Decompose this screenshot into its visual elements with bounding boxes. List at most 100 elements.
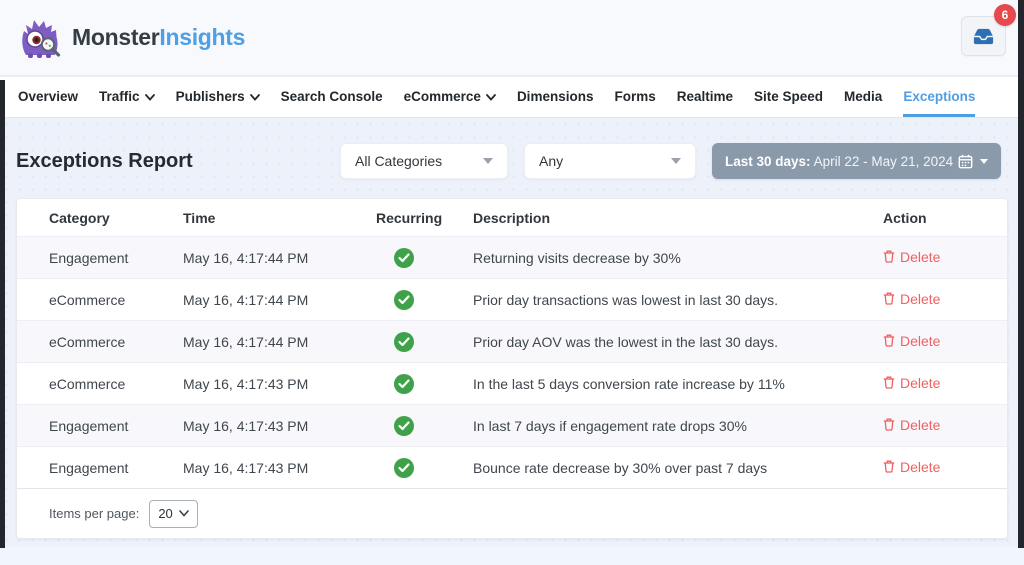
recurring-check-icon <box>394 458 414 478</box>
trash-icon <box>883 418 895 431</box>
recurring-check-icon <box>394 332 414 352</box>
tab-label: Media <box>844 89 882 104</box>
monsterinsights-logo: MonsterInsights <box>18 17 245 59</box>
delete-label: Delete <box>900 459 940 475</box>
chevron-down-icon <box>179 510 189 517</box>
tab-publishers[interactable]: Publishers <box>176 77 260 117</box>
tab-exceptions[interactable]: Exceptions <box>903 77 975 117</box>
cell-category: eCommerce <box>49 292 183 308</box>
cell-description: Prior day transactions was lowest in las… <box>473 292 867 308</box>
report-nav: Overview Traffic Publishers Search Conso… <box>0 77 1024 118</box>
table-row: Engagement May 16, 4:17:43 PM Bounce rat… <box>17 446 1007 488</box>
cell-description: Returning visits decrease by 30% <box>473 250 867 266</box>
chevron-down-icon <box>486 94 496 101</box>
tab-label: Exceptions <box>903 89 975 104</box>
delete-button[interactable]: Delete <box>883 459 940 475</box>
screenshot-edge-left <box>0 80 5 548</box>
tab-ecommerce[interactable]: eCommerce <box>404 77 496 117</box>
tab-label: Dimensions <box>517 89 594 104</box>
tab-label: Overview <box>18 89 78 104</box>
top-header: MonsterInsights 6 <box>0 0 1024 76</box>
table-row: eCommerce May 16, 4:17:44 PM Prior day A… <box>17 320 1007 362</box>
delete-label: Delete <box>900 333 940 349</box>
column-header-description: Description <box>473 210 867 226</box>
delete-button[interactable]: Delete <box>883 249 940 265</box>
table-body: Engagement May 16, 4:17:44 PM Returning … <box>17 236 1007 488</box>
tab-overview[interactable]: Overview <box>18 77 78 117</box>
table-row: Engagement May 16, 4:17:43 PM In last 7 … <box>17 404 1007 446</box>
table-row: eCommerce May 16, 4:17:44 PM Prior day t… <box>17 278 1007 320</box>
items-per-page-select[interactable]: 20 <box>149 500 197 528</box>
category-filter-dropdown[interactable]: All Categories <box>340 143 508 179</box>
cell-category: Engagement <box>49 250 183 266</box>
category-filter-value: All Categories <box>355 153 442 169</box>
date-range-button[interactable]: Last 30 days: April 22 - May 21, 2024 <box>712 143 1001 179</box>
items-per-page-label: Items per page: <box>49 506 139 521</box>
delete-button[interactable]: Delete <box>883 375 940 391</box>
brand-wordmark: MonsterInsights <box>72 24 245 51</box>
cell-description: Prior day AOV was the lowest in the last… <box>473 334 867 350</box>
tab-media[interactable]: Media <box>844 77 882 117</box>
tab-forms[interactable]: Forms <box>614 77 655 117</box>
main-content: Exceptions Report All Categories Any Las… <box>0 118 1024 547</box>
delete-button[interactable]: Delete <box>883 333 940 349</box>
exceptions-table: Category Time Recurring Description Acti… <box>16 198 1008 539</box>
tab-label: Traffic <box>99 89 140 104</box>
table-row: Engagement May 16, 4:17:44 PM Returning … <box>17 236 1007 278</box>
recurring-check-icon <box>394 374 414 394</box>
screenshot-edge-right <box>1018 0 1024 548</box>
tab-label: Forms <box>614 89 655 104</box>
recurring-filter-dropdown[interactable]: Any <box>524 143 696 179</box>
tab-realtime[interactable]: Realtime <box>677 77 733 117</box>
inbox-icon <box>972 25 995 48</box>
delete-label: Delete <box>900 249 940 265</box>
tab-traffic[interactable]: Traffic <box>99 77 155 117</box>
monster-mascot-icon <box>18 17 62 59</box>
cell-description: In the last 5 days conversion rate incre… <box>473 376 867 392</box>
cell-time: May 16, 4:17:44 PM <box>183 292 376 308</box>
delete-label: Delete <box>900 291 940 307</box>
recurring-check-icon <box>394 416 414 436</box>
column-header-recurring: Recurring <box>376 210 473 226</box>
app-root: MonsterInsights 6 Overview Traffic Publi… <box>0 0 1024 565</box>
notification-count-badge: 6 <box>994 4 1016 26</box>
recurring-check-icon <box>394 248 414 268</box>
trash-icon <box>883 250 895 263</box>
cell-category: eCommerce <box>49 376 183 392</box>
date-range-text: Last 30 days: April 22 - May 21, 2024 <box>725 154 953 169</box>
cell-category: eCommerce <box>49 334 183 350</box>
recurring-filter-value: Any <box>539 153 563 169</box>
brand-word-insights: Insights <box>159 24 245 50</box>
tab-site-speed[interactable]: Site Speed <box>754 77 823 117</box>
trash-icon <box>883 460 895 473</box>
chevron-down-icon <box>483 158 493 164</box>
cell-time: May 16, 4:17:43 PM <box>183 418 376 434</box>
table-row: eCommerce May 16, 4:17:43 PM In the last… <box>17 362 1007 404</box>
cell-time: May 16, 4:17:44 PM <box>183 334 376 350</box>
tab-search-console[interactable]: Search Console <box>281 77 383 117</box>
date-range-value: April 22 - May 21, 2024 <box>814 154 954 169</box>
controls-row: Exceptions Report All Categories Any Las… <box>0 118 1024 179</box>
table-header-row: Category Time Recurring Description Acti… <box>17 199 1007 236</box>
table-footer: Items per page: 20 <box>17 488 1007 538</box>
chevron-down-icon <box>250 94 260 101</box>
calendar-icon <box>958 154 973 169</box>
cell-time: May 16, 4:17:43 PM <box>183 376 376 392</box>
date-range-prefix: Last 30 days: <box>725 154 811 169</box>
tab-label: Search Console <box>281 89 383 104</box>
trash-icon <box>883 376 895 389</box>
tab-dimensions[interactable]: Dimensions <box>517 77 594 117</box>
delete-button[interactable]: Delete <box>883 291 940 307</box>
tab-label: Site Speed <box>754 89 823 104</box>
recurring-check-icon <box>394 290 414 310</box>
column-header-time: Time <box>183 210 376 226</box>
cell-time: May 16, 4:17:43 PM <box>183 460 376 476</box>
date-button-icons <box>958 154 988 169</box>
chevron-down-icon <box>980 159 988 164</box>
delete-button[interactable]: Delete <box>883 417 940 433</box>
page-title: Exceptions Report <box>16 150 193 173</box>
cell-category: Engagement <box>49 460 183 476</box>
column-header-category: Category <box>49 210 183 226</box>
trash-icon <box>883 292 895 305</box>
tab-label: Realtime <box>677 89 733 104</box>
